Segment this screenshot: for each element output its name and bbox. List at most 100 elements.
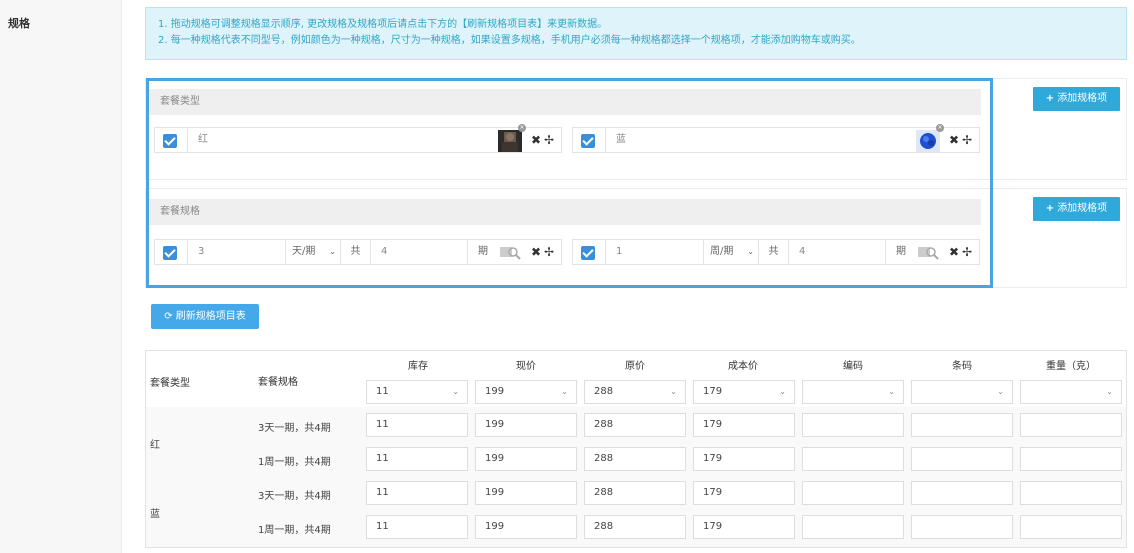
chevron-down-icon[interactable]: ⌄ <box>888 381 895 403</box>
notice-line-2: 2. 每一种规格代表不同型号，例如颜色为一种规格，尺寸为一种规格，如果设置多规格… <box>158 35 861 46</box>
spec-group-title[interactable]: 套餐类型 <box>146 89 981 115</box>
barcode-input[interactable] <box>911 515 1013 539</box>
period-suffix-label: 期 <box>885 240 918 264</box>
spec-item-value[interactable]: 蓝 <box>605 128 915 152</box>
col-header-spec: 套餐规格 <box>258 377 298 388</box>
chevron-down-icon[interactable]: ⌄ <box>997 381 1004 403</box>
spec-item-blue[interactable]: 蓝 × ✖ ✢ <box>572 124 980 153</box>
stock-input[interactable]: 11 <box>366 413 468 437</box>
barcode-input[interactable] <box>911 447 1013 471</box>
spec-group-title[interactable]: 套餐规格 <box>146 199 981 225</box>
move-arrows-icon[interactable]: ✢ <box>962 133 972 147</box>
batch-original-price-input[interactable]: 288 ⌄ <box>584 380 686 404</box>
batch-barcode-input[interactable]: ⌄ <box>911 380 1013 404</box>
checkbox-checked-icon[interactable] <box>158 131 184 151</box>
batch-stock-input[interactable]: 11 ⌄ <box>366 380 468 404</box>
barcode-input[interactable] <box>911 413 1013 437</box>
row-spec-label: 1周一期，共4期 <box>258 525 331 536</box>
stock-input[interactable]: 11 <box>366 447 468 471</box>
code-input[interactable] <box>802 413 904 437</box>
code-input[interactable] <box>802 515 904 539</box>
move-arrows-icon[interactable]: ✢ <box>544 133 554 147</box>
cost-price-input[interactable]: 179 <box>693 481 795 505</box>
batch-cost-price-input[interactable]: 179 ⌄ <box>693 380 795 404</box>
price-input[interactable]: 199 <box>475 481 577 505</box>
spec-item-value[interactable]: 红 <box>187 128 497 152</box>
cost-price-input[interactable]: 179 <box>693 413 795 437</box>
move-arrows-icon[interactable]: ✢ <box>544 245 554 259</box>
page: 规格 1. 拖动规格可调整规格显示顺序, 更改规格及规格项后请点击下方的【刷新规… <box>0 0 1134 553</box>
chevron-down-icon[interactable]: ⌄ <box>452 381 459 403</box>
barcode-input[interactable] <box>911 481 1013 505</box>
remove-thumbnail-icon[interactable]: × <box>518 124 526 132</box>
stock-input[interactable]: 11 <box>366 515 468 539</box>
move-arrows-icon[interactable]: ✢ <box>962 245 972 259</box>
batch-price-input[interactable]: 199 ⌄ <box>475 380 577 404</box>
checkbox-checked-icon[interactable] <box>158 243 184 263</box>
cost-price-input[interactable]: 179 <box>693 447 795 471</box>
code-input[interactable] <box>802 481 904 505</box>
weight-input[interactable] <box>1020 481 1122 505</box>
spec-item-3-days[interactable]: 3 天/期 ⌄ 共 4 期 ✖ ✢ <box>154 239 562 265</box>
original-price-input[interactable]: 288 <box>584 447 686 471</box>
checkbox-checked-icon[interactable] <box>576 243 602 263</box>
batch-weight-input[interactable]: ⌄ <box>1020 380 1122 404</box>
chevron-down-icon: ⌄ <box>329 247 336 256</box>
weight-input[interactable] <box>1020 447 1122 471</box>
chevron-down-icon[interactable]: ⌄ <box>779 381 786 403</box>
period-unit-select[interactable]: 周/期 ⌄ <box>703 240 758 264</box>
original-price-input[interactable]: 288 <box>584 481 686 505</box>
col-header-barcode: 条码 <box>952 361 972 372</box>
cost-price-input[interactable]: 179 <box>693 515 795 539</box>
col-header-price: 现价 <box>516 361 536 372</box>
refresh-spec-table-button[interactable]: ⟳ 刷新规格项目表 <box>151 304 259 329</box>
period-count-input[interactable]: 4 <box>788 240 885 264</box>
spec-item-1-week[interactable]: 1 周/期 ⌄ 共 4 期 ✖ ✢ <box>572 239 980 265</box>
close-icon[interactable]: ✖ <box>949 133 959 147</box>
plus-icon: + <box>1045 203 1055 214</box>
checkbox-checked-icon[interactable] <box>576 131 602 151</box>
batch-code-input[interactable]: ⌄ <box>802 380 904 404</box>
type-label-blue: 蓝 <box>150 509 160 520</box>
price-input[interactable]: 199 <box>475 447 577 471</box>
plus-icon: + <box>1045 93 1055 104</box>
chevron-down-icon[interactable]: ⌄ <box>1106 381 1113 403</box>
weight-input[interactable] <box>1020 515 1122 539</box>
period-value-input[interactable]: 1 <box>605 240 703 264</box>
remove-thumbnail-icon[interactable]: × <box>936 124 944 132</box>
image-search-icon[interactable] <box>917 244 939 260</box>
chevron-down-icon[interactable]: ⌄ <box>561 381 568 403</box>
section-label: 规格 <box>8 17 30 30</box>
chevron-down-icon[interactable]: ⌄ <box>670 381 677 403</box>
col-header-stock: 库存 <box>408 361 428 372</box>
period-value-input[interactable]: 3 <box>187 240 285 264</box>
original-price-input[interactable]: 288 <box>584 413 686 437</box>
spec-group-package-type: 套餐类型 + 添加规格项 红 × ✖ ✢ 蓝 × ✖ ✢ <box>145 78 1127 180</box>
original-price-input[interactable]: 288 <box>584 515 686 539</box>
type-label-red: 红 <box>150 440 160 451</box>
period-count-input[interactable]: 4 <box>370 240 467 264</box>
notice-line-1: 1. 拖动规格可调整规格显示顺序, 更改规格及规格项后请点击下方的【刷新规格项目… <box>158 19 608 30</box>
refresh-icon: ⟳ <box>164 311 173 322</box>
add-spec-item-button[interactable]: + 添加规格项 <box>1033 197 1120 221</box>
image-search-icon[interactable] <box>499 244 521 260</box>
left-label-column: 规格 <box>0 0 122 553</box>
price-input[interactable]: 199 <box>475 515 577 539</box>
notice-box: 1. 拖动规格可调整规格显示顺序, 更改规格及规格项后请点击下方的【刷新规格项目… <box>145 7 1127 60</box>
weight-input[interactable] <box>1020 413 1122 437</box>
close-icon[interactable]: ✖ <box>531 245 541 259</box>
spec-item-red[interactable]: 红 × ✖ ✢ <box>154 124 562 153</box>
close-icon[interactable]: ✖ <box>949 245 959 259</box>
add-spec-item-button[interactable]: + 添加规格项 <box>1033 87 1120 111</box>
code-input[interactable] <box>802 447 904 471</box>
product-thumbnail[interactable] <box>916 130 940 152</box>
product-thumbnail[interactable] <box>498 130 522 152</box>
col-header-code: 编码 <box>843 361 863 372</box>
row-spec-label: 1周一期，共4期 <box>258 457 331 468</box>
close-icon[interactable]: ✖ <box>531 133 541 147</box>
period-unit-select[interactable]: 天/期 ⌄ <box>285 240 340 264</box>
price-input[interactable]: 199 <box>475 413 577 437</box>
stock-input[interactable]: 11 <box>366 481 468 505</box>
col-header-original-price: 原价 <box>625 361 645 372</box>
row-spec-label: 3天一期，共4期 <box>258 491 331 502</box>
